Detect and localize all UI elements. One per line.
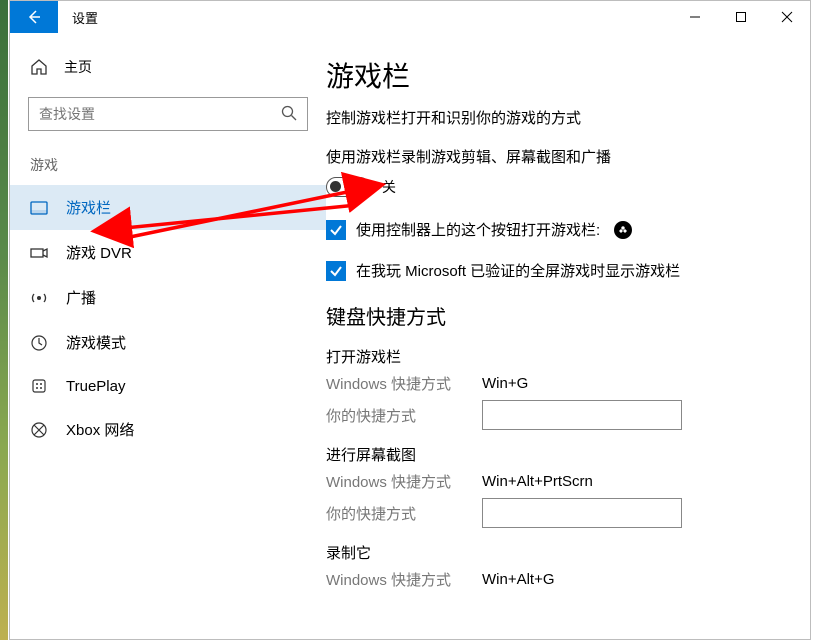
- shortcut-title: 录制它: [326, 542, 790, 563]
- minimize-button[interactable]: [672, 1, 718, 33]
- fullscreen-show-checkbox-row: 在我玩 Microsoft 已验证的全屏游戏时显示游戏栏: [326, 260, 790, 281]
- shortcut-title: 打开游戏栏: [326, 346, 790, 367]
- home-icon: [30, 58, 48, 76]
- sidebar-item-label: Xbox 网络: [66, 419, 134, 440]
- sidebar: 主页 游戏 游戏栏 游戏 DVR: [10, 33, 326, 639]
- sidebar-item-label: 游戏模式: [66, 332, 126, 353]
- controller-open-checkbox-row: 使用控制器上的这个按钮打开游戏栏:: [326, 219, 790, 240]
- windows-shortcut-label: Windows 快捷方式: [326, 471, 482, 492]
- maximize-button[interactable]: [718, 1, 764, 33]
- window-title: 设置: [72, 8, 672, 27]
- checkbox-label: 在我玩 Microsoft 已验证的全屏游戏时显示游戏栏: [356, 260, 680, 281]
- main-content: 游戏栏 控制游戏栏打开和识别你的游戏的方式 使用游戏栏录制游戏剪辑、屏幕截图和广…: [326, 33, 810, 639]
- game-bar-toggle[interactable]: [326, 177, 370, 197]
- windows-shortcut-value: Win+G: [482, 375, 528, 392]
- search-icon: [280, 104, 298, 125]
- minimize-icon: [689, 11, 701, 23]
- titlebar: 设置: [10, 1, 810, 33]
- xbox-network-icon: [30, 421, 48, 439]
- windows-shortcut-label: Windows 快捷方式: [326, 569, 482, 590]
- check-icon: [329, 264, 343, 278]
- toggle-knob: [330, 181, 341, 192]
- your-shortcut-label: 你的快捷方式: [326, 503, 482, 524]
- check-icon: [329, 223, 343, 237]
- close-icon: [781, 11, 793, 23]
- sidebar-item-game-bar[interactable]: 游戏栏: [10, 185, 326, 230]
- your-shortcut-label: 你的快捷方式: [326, 405, 482, 426]
- sidebar-item-broadcast[interactable]: 广播: [10, 275, 326, 320]
- page-description: 控制游戏栏打开和识别你的游戏的方式: [326, 107, 790, 128]
- sidebar-item-label: TruePlay: [66, 378, 125, 395]
- game-bar-icon: [30, 201, 48, 215]
- windows-shortcut-label: Windows 快捷方式: [326, 373, 482, 394]
- your-shortcut-input-screenshot[interactable]: [482, 498, 682, 528]
- sidebar-item-game-mode[interactable]: 游戏模式: [10, 320, 326, 365]
- home-label: 主页: [64, 57, 92, 77]
- sidebar-item-game-dvr[interactable]: 游戏 DVR: [10, 230, 326, 275]
- page-heading: 游戏栏: [326, 55, 790, 95]
- checkbox-label: 使用控制器上的这个按钮打开游戏栏:: [356, 219, 600, 240]
- windows-shortcut-value: Win+Alt+PrtScrn: [482, 473, 593, 490]
- toggle-label: 使用游戏栏录制游戏剪辑、屏幕截图和广播: [326, 146, 790, 167]
- back-arrow-icon: [26, 9, 42, 25]
- your-shortcut-input-open[interactable]: [482, 400, 682, 430]
- game-mode-icon: [30, 334, 48, 352]
- xbox-button-icon: [614, 221, 632, 239]
- home-nav[interactable]: 主页: [10, 49, 326, 85]
- sidebar-item-label: 广播: [66, 287, 96, 308]
- shortcut-title: 进行屏幕截图: [326, 444, 790, 465]
- shortcut-group-open-gamebar: 打开游戏栏 Windows 快捷方式 Win+G 你的快捷方式: [326, 346, 790, 430]
- toggle-state-text: 关: [382, 177, 396, 197]
- broadcast-icon: [30, 289, 48, 307]
- dvr-icon: [30, 246, 48, 260]
- sidebar-item-label: 游戏栏: [66, 197, 111, 218]
- search-wrap: [28, 97, 308, 131]
- sidebar-item-xbox-network[interactable]: Xbox 网络: [10, 407, 326, 452]
- settings-window: 设置 主页: [9, 0, 811, 640]
- sidebar-group-label: 游戏: [10, 149, 326, 185]
- shortcuts-heading: 键盘快捷方式: [326, 301, 790, 330]
- shortcut-group-record: 录制它 Windows 快捷方式 Win+Alt+G: [326, 542, 790, 590]
- fullscreen-show-checkbox[interactable]: [326, 261, 346, 281]
- back-button[interactable]: [10, 1, 58, 33]
- search-input[interactable]: [28, 97, 308, 131]
- controller-open-checkbox[interactable]: [326, 220, 346, 240]
- sidebar-item-trueplay[interactable]: TruePlay: [10, 365, 326, 407]
- trueplay-icon: [30, 377, 48, 395]
- windows-shortcut-value: Win+Alt+G: [482, 571, 555, 588]
- maximize-icon: [735, 11, 747, 23]
- window-controls: [672, 1, 810, 33]
- sidebar-item-label: 游戏 DVR: [66, 242, 132, 263]
- close-button[interactable]: [764, 1, 810, 33]
- shortcut-group-screenshot: 进行屏幕截图 Windows 快捷方式 Win+Alt+PrtScrn 你的快捷…: [326, 444, 790, 528]
- desktop-background-sliver: [0, 0, 8, 640]
